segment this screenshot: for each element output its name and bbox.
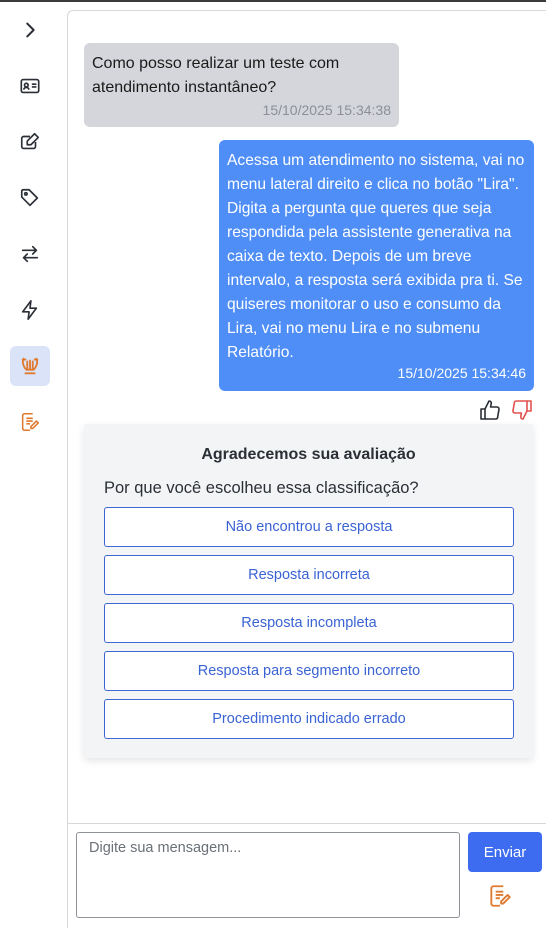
sidebar-item-lira[interactable] — [10, 346, 50, 386]
sidebar-item-contacts[interactable] — [10, 66, 50, 106]
outgoing-message: Acessa um atendimento no sistema, vai no… — [219, 140, 534, 391]
chevron-right-icon — [26, 22, 35, 38]
feedback-option-wrong-procedure[interactable]: Procedimento indicado errado — [104, 699, 514, 739]
send-button[interactable]: Enviar — [468, 832, 542, 872]
thumbs-up-button[interactable] — [478, 398, 502, 422]
message-timestamp: 15/10/2025 15:34:38 — [262, 102, 391, 118]
thumbs-down-button[interactable] — [510, 398, 534, 422]
message-input[interactable] — [76, 832, 460, 918]
expand-sidebar-button[interactable] — [10, 10, 50, 50]
sidebar-item-transfer[interactable] — [10, 234, 50, 274]
feedback-question: Por que você escolheu essa classificação… — [104, 479, 419, 497]
message-timestamp: 15/10/2025 15:34:46 — [397, 365, 526, 381]
tag-icon — [20, 188, 39, 207]
incoming-message: Como posso realizar um teste com atendim… — [84, 43, 399, 127]
notes-pen-icon — [490, 885, 511, 907]
sidebar-item-edit[interactable] — [10, 122, 50, 162]
feedback-option-wrong-segment[interactable]: Resposta para segmento incorreto — [104, 651, 514, 691]
composer-notes-button[interactable] — [484, 880, 516, 912]
sidebar-item-tags[interactable] — [10, 178, 50, 218]
message-text: Como posso realizar um teste com atendim… — [92, 55, 340, 96]
transfer-arrows-icon — [21, 245, 39, 263]
feedback-title: Agradecemos sua avaliação — [201, 446, 416, 463]
notes-pen-icon — [21, 412, 40, 432]
feedback-card: Agradecemos sua avaliação Por que você e… — [84, 424, 533, 758]
thumbs-down-icon — [512, 400, 532, 420]
contact-card-icon — [20, 78, 40, 94]
sidebar-item-automations[interactable] — [10, 290, 50, 330]
message-text: Acessa um atendimento no sistema, vai no… — [227, 152, 525, 361]
sidebar-item-notes[interactable] — [10, 402, 50, 442]
feedback-option-incomplete[interactable]: Resposta incompleta — [104, 603, 514, 643]
feedback-option-not-found[interactable]: Não encontrou a resposta — [104, 507, 514, 547]
edit-square-icon — [20, 132, 40, 150]
sidebar-rail — [0, 2, 60, 933]
top-border — [0, 0, 546, 2]
feedback-option-incorrect[interactable]: Resposta incorreta — [104, 555, 514, 595]
lira-lyre-icon — [21, 357, 39, 375]
lightning-icon — [21, 300, 38, 320]
thumbs-up-icon — [480, 400, 500, 420]
